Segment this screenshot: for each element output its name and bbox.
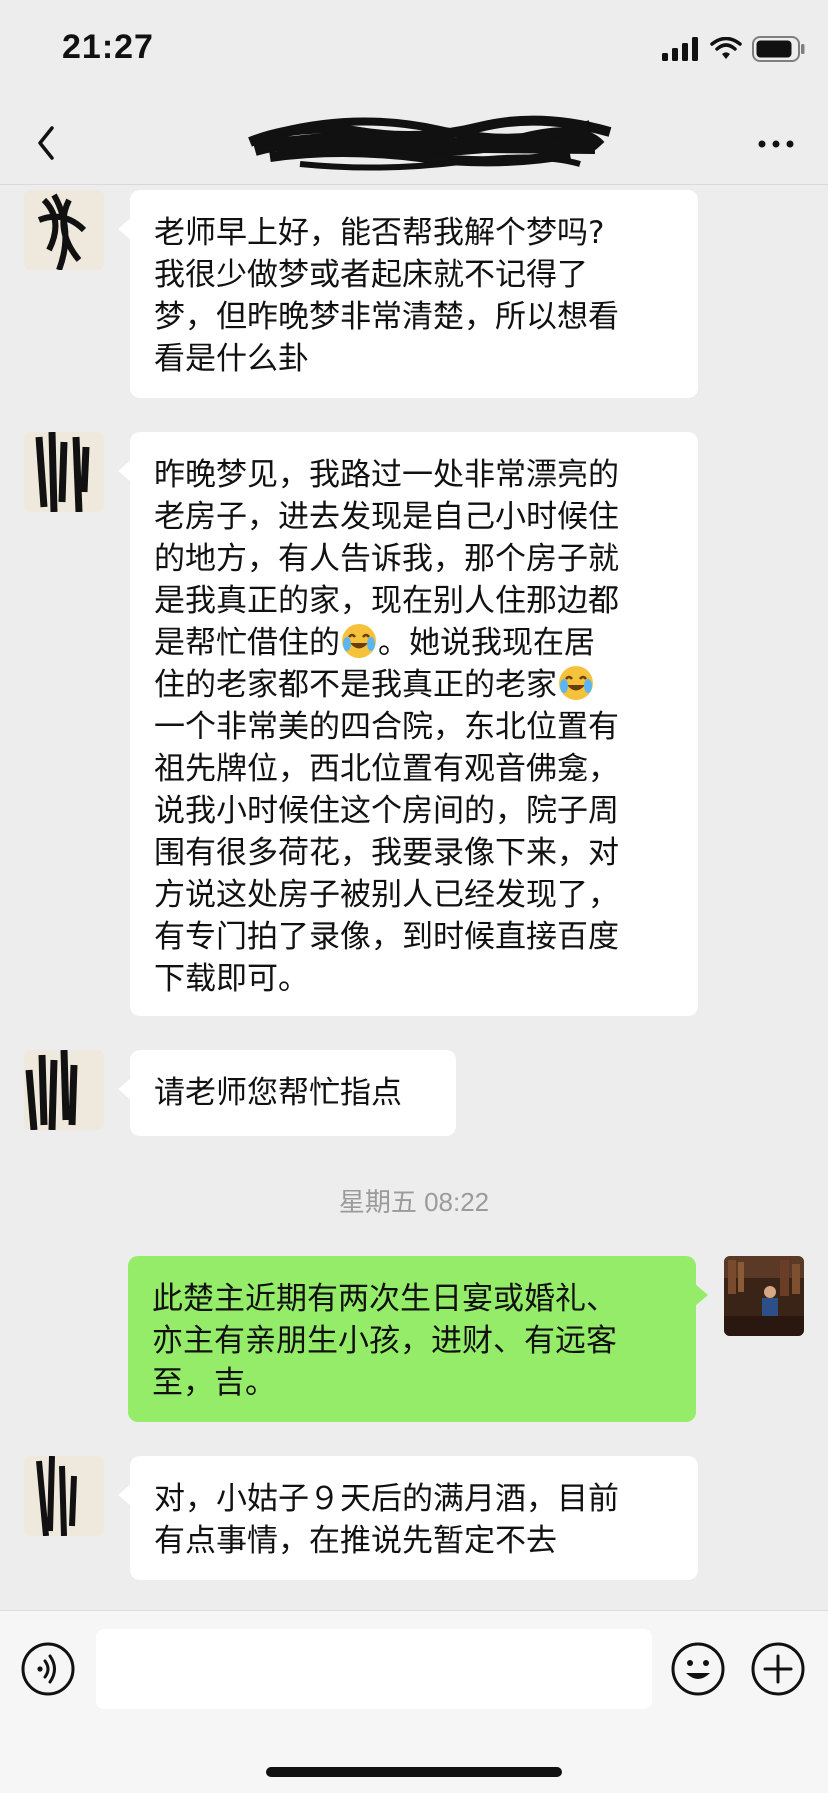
message-line: 是帮忙借住的 。她说我现在居 <box>154 622 674 664</box>
message-timestamp: 星期五 08:22 <box>338 1187 490 1217</box>
message-line: 老房子，进去发现是自己小时候住 <box>154 499 619 535</box>
redacted-avatar <box>24 190 104 270</box>
message-text: 是帮忙借住的 <box>154 625 340 661</box>
redacted-avatar <box>24 1050 104 1130</box>
message-line: 祖先牌位，西北位置有观音佛龛， <box>154 751 619 787</box>
message-line: 方说这处房子被别人已经发现了， <box>154 877 619 913</box>
message-bubble[interactable]: 对，小姑子９天后的满月酒，目前 有点事情，在推说先暂定不去 <box>118 1456 698 1580</box>
input-bar <box>0 1610 828 1793</box>
message-bubble[interactable]: 老师早上好，能否帮我解个梦吗? 我很少做梦或者起床就不记得了 梦，但昨晚梦非常清… <box>118 190 698 398</box>
chat-header <box>0 100 828 185</box>
message-line: 昨晚梦见，我路过一处非常漂亮的 <box>154 457 619 493</box>
message-line: 至，吉。 <box>152 1365 276 1401</box>
message-line: 对，小姑子９天后的满月酒，目前 <box>154 1481 619 1517</box>
message-line: 梦，但昨晚梦非常清楚，所以想看 <box>154 299 619 335</box>
contact-avatar[interactable] <box>24 1456 104 1536</box>
voice-icon[interactable] <box>20 1641 76 1697</box>
message-line: 我很少做梦或者起床就不记得了 <box>154 257 588 293</box>
redacted-title <box>248 115 612 171</box>
redacted-avatar <box>24 1456 104 1536</box>
message-line: 老师早上好，能否帮我解个梦吗? <box>154 215 605 251</box>
message-line: 此楚主近期有两次生日宴或婚礼、 <box>152 1281 617 1317</box>
message-line: 有专门拍了录像，到时候直接百度 <box>154 919 619 955</box>
battery-icon <box>752 36 805 62</box>
status-bar: 21:27 <box>0 0 828 100</box>
status-icons <box>662 36 806 62</box>
contact-avatar[interactable] <box>24 1050 104 1130</box>
message-bubble-sent[interactable]: 此楚主近期有两次生日宴或婚礼、 亦主有亲朋生小孩，进财、有远客 至，吉。 <box>128 1256 708 1422</box>
contact-avatar[interactable] <box>24 432 104 512</box>
crying-laughing-emoji <box>342 624 376 658</box>
message-line: 围有很多荷花，我要录像下来，对 <box>154 835 619 871</box>
plus-icon[interactable] <box>750 1641 806 1697</box>
contact-avatar[interactable] <box>24 190 104 270</box>
message-line: 有点事情，在推说先暂定不去 <box>154 1523 557 1559</box>
message-line: 说我小时候住这个房间的，院子周 <box>154 793 619 829</box>
message-input[interactable] <box>96 1629 652 1709</box>
message-text: 。她说我现在居 <box>378 625 595 661</box>
message-line: 的地方，有人告诉我，那个房子就 <box>154 541 619 577</box>
wifi-icon <box>710 37 742 59</box>
message-line: 一个非常美的四合院，东北位置有 <box>154 709 619 745</box>
home-indicator[interactable] <box>266 1767 562 1777</box>
signal-icon <box>662 37 698 61</box>
message-line: 是我真正的家，现在别人住那边都 <box>154 583 619 619</box>
my-avatar[interactable] <box>724 1256 804 1336</box>
chevron-left-icon[interactable] <box>28 118 68 168</box>
redacted-avatar <box>24 432 104 512</box>
library-photo-avatar <box>724 1256 804 1336</box>
status-time: 21:27 <box>62 28 154 66</box>
emoji-icon[interactable] <box>670 1641 726 1697</box>
message-line: 住的老家都不是我真正的老家 <box>154 664 674 706</box>
message-bubble[interactable]: 昨晚梦见，我路过一处非常漂亮的 老房子，进去发现是自己小时候住 的地方，有人告诉… <box>118 432 698 1016</box>
message-line: 下载即可。 <box>154 961 309 997</box>
message-line: 亦主有亲朋生小孩，进财、有远客 <box>152 1323 617 1359</box>
more-dots-icon[interactable] <box>754 124 798 164</box>
message-line: 看是什么卦 <box>154 341 309 377</box>
message-bubble[interactable]: 请老师您帮忙指点 <box>118 1050 456 1136</box>
message-line: 请老师您帮忙指点 <box>154 1075 402 1111</box>
crying-laughing-emoji <box>559 666 593 700</box>
message-text: 住的老家都不是我真正的老家 <box>154 667 557 703</box>
